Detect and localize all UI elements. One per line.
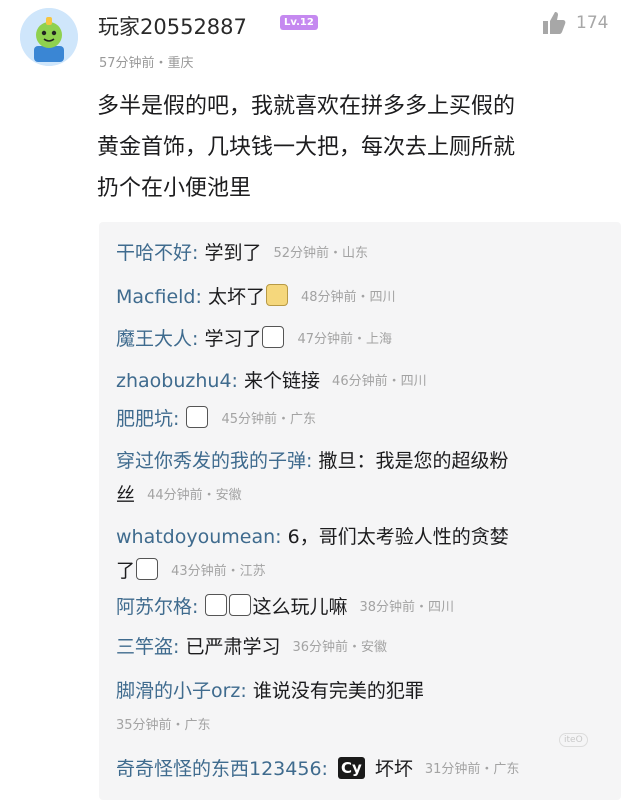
reply-text: 撒旦：我是您的超级粉 [318, 450, 509, 472]
reply-text: 这么玩儿嘛 [252, 596, 348, 618]
watermark: iteO [559, 733, 588, 747]
reply-meta: 35分钟前・广东 [116, 718, 211, 733]
reply-meta: 31分钟前・广东 [424, 762, 520, 777]
reply-text: 来个链接 [243, 370, 320, 392]
level-badge: Lv.12 [280, 15, 318, 30]
reply-text: 谁说没有完美的犯罪 [252, 680, 424, 702]
reply-meta: 45分钟前・广东 [221, 412, 317, 427]
reply-author[interactable]: 阿苏尔格: [116, 596, 198, 618]
reply-author[interactable]: Macfield: [116, 286, 202, 308]
thumbs-up-icon[interactable] [541, 10, 567, 36]
panda-emoji-icon [136, 558, 159, 580]
post-username[interactable]: 玩家20552887 [98, 11, 247, 41]
reply-meta: 38分钟前・四川 [359, 600, 455, 615]
reply-author[interactable]: 肥肥坑: [116, 408, 179, 430]
reply-text: 太坏了 [207, 286, 265, 308]
reply-author[interactable]: 奇奇怪怪的东西123456: [116, 758, 328, 780]
like-count: 174 [576, 13, 609, 33]
reply-author[interactable]: 脚滑的小子orz: [116, 680, 247, 702]
panda-emoji-icon [262, 326, 285, 348]
reply-item[interactable]: 三竿盗: 已严肃学习 36分钟前・安徽 [116, 630, 611, 665]
reply-meta: 52分钟前・山东 [273, 246, 369, 261]
reply-author[interactable]: 穿过你秀发的我的子弹: [116, 450, 312, 472]
panda-emoji-icon [186, 406, 209, 428]
reply-item[interactable]: 脚滑的小子orz: 谁说没有完美的犯罪 35分钟前・广东 [116, 674, 611, 743]
panda-emoji-icon [229, 594, 252, 616]
reply-meta: 48分钟前・四川 [301, 290, 396, 305]
dog-emoji-icon [265, 284, 288, 306]
post-meta: 57分钟前・重庆 [99, 56, 194, 71]
reply-item[interactable]: 魔王大人: 学习了 47分钟前・上海 [116, 322, 611, 357]
reply-item[interactable]: 穿过你秀发的我的子弹: 撒旦：我是您的超级粉 丝 44分钟前・安徽 [116, 444, 611, 513]
reply-meta: 47分钟前・上海 [297, 332, 393, 347]
reply-meta: 36分钟前・安徽 [292, 640, 388, 655]
reply-text: 学习了 [204, 328, 262, 350]
reply-item[interactable]: 干哈不好: 学到了 52分钟前・山东 [116, 236, 611, 271]
reply-meta: 44分钟前・安徽 [147, 488, 242, 503]
panda-emoji-icon [205, 594, 228, 616]
post-body: 多半是假的吧，我就喜欢在拼多多上买假的 黄金首饰，几块钱一大把，每次去上厕所就 … [97, 94, 516, 201]
reply-author[interactable]: 三竿盗: [116, 636, 179, 658]
reply-text-continued: 了 [116, 560, 136, 582]
reply-meta: 46分钟前・四川 [332, 374, 427, 389]
reply-text: 坏坏 [374, 758, 413, 780]
cy-badge-icon: Cy [337, 757, 365, 779]
reply-text: 已严肃学习 [185, 636, 281, 658]
reply-item[interactable]: 奇奇怪怪的东西123456: Cy 坏坏 31分钟前・广东 [116, 752, 611, 787]
reply-author[interactable]: 魔王大人: [116, 328, 198, 350]
reply-author[interactable]: whatdoyoumean: [116, 526, 282, 548]
reply-author[interactable]: zhaobuzhu4: [116, 370, 238, 392]
reply-item[interactable]: 肥肥坑: 45分钟前・广东 [116, 402, 611, 437]
reply-list: 干哈不好: 学到了 52分钟前・山东 Macfield: 太坏了 48分钟前・四… [99, 222, 621, 800]
reply-meta: 43分钟前・江苏 [171, 564, 266, 579]
reply-item[interactable]: Macfield: 太坏了 48分钟前・四川 [116, 280, 611, 315]
reply-text-continued: 丝 [116, 484, 136, 506]
reply-item[interactable]: zhaobuzhu4: 来个链接 46分钟前・四川 [116, 364, 611, 399]
reply-item[interactable]: whatdoyoumean: 6，哥们太考验人性的贪婪 了 43分钟前・江苏 [116, 520, 611, 589]
reply-text: 学到了 [204, 242, 262, 264]
reply-item[interactable]: 阿苏尔格: 这么玩儿嘛 38分钟前・四川 [116, 590, 611, 625]
user-avatar[interactable] [20, 8, 78, 66]
reply-text: 6，哥们太考验人性的贪婪 [287, 526, 509, 548]
reply-author[interactable]: 干哈不好: [116, 242, 198, 264]
